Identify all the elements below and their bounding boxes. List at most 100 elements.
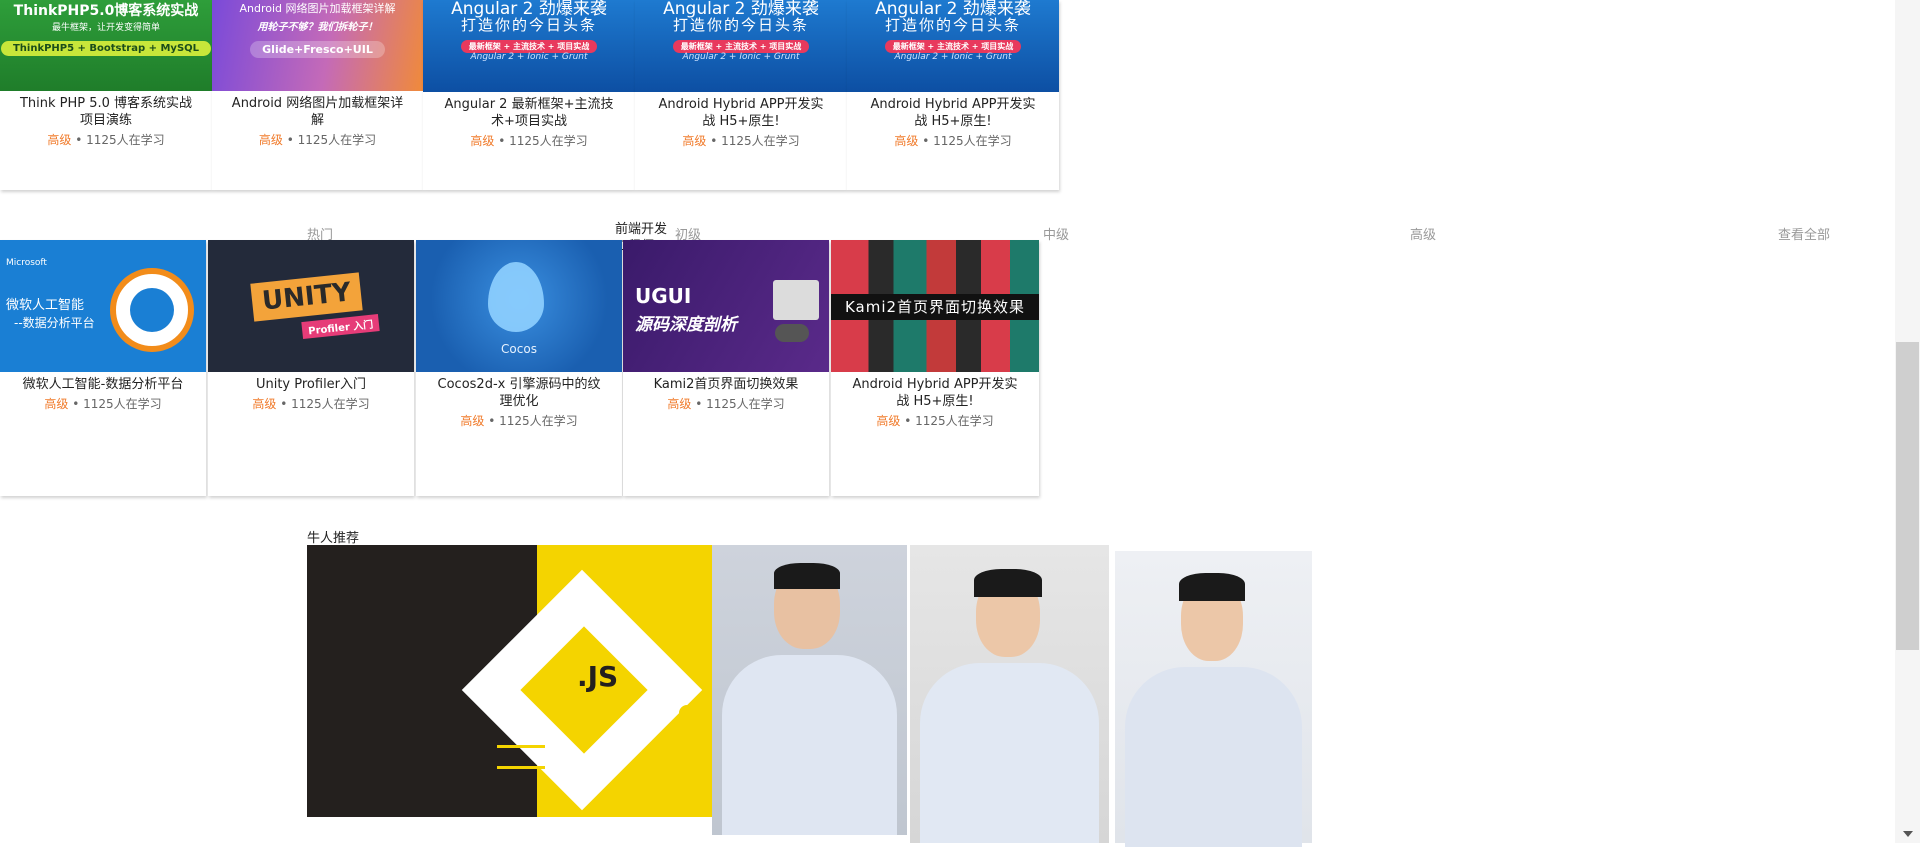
students-count: 1125人在学习 bbox=[86, 133, 165, 147]
avatar-shirt bbox=[1125, 667, 1302, 847]
banner-subtitle: 用轮子不够？我们拆轮子！ bbox=[257, 22, 378, 33]
course-title: Kami2首页界面切换效果 bbox=[653, 377, 799, 392]
course-card[interactable]: Android 网络图片加载框架详解 用轮子不够？我们拆轮子！ Glide+Fr… bbox=[212, 0, 423, 190]
course-card[interactable]: Angular 2 劲爆来袭 打造你的今日头条 最新框架 + 主流技术 + 项目… bbox=[423, 0, 635, 190]
course-meta: 高级 • 1125人在学习 bbox=[682, 134, 800, 148]
course-card[interactable]: Cocos Cocos2d-x 引擎源码中的纹理优化 高级 • 1125人在学习 bbox=[416, 240, 622, 496]
course-thumbnail: UGUI 源码深度剖析 bbox=[623, 240, 829, 372]
course-title: Android 网络图片加载框架详解 bbox=[231, 96, 404, 128]
chart-icon bbox=[110, 268, 194, 352]
course-meta: 高级 • 1125人在学习 bbox=[44, 397, 162, 411]
avatar-shirt bbox=[722, 655, 897, 835]
course-title: Angular 2 最新框架+主流技术+项目实战 bbox=[444, 97, 614, 129]
course-thumbnail: Kami2首页界面切换效果 bbox=[831, 240, 1039, 372]
course-title: Think PHP 5.0 博客系统实战项目演练 bbox=[19, 96, 193, 128]
scrollbar-thumb[interactable] bbox=[1896, 342, 1919, 650]
students-count: 1125人在学习 bbox=[933, 134, 1012, 148]
course-meta: 高级 • 1125人在学习 bbox=[258, 133, 377, 147]
tab-intermediate[interactable]: 中级 bbox=[1043, 224, 1069, 243]
key-icon bbox=[679, 705, 695, 755]
course-card[interactable]: UNITY Profiler 入门 Unity Profiler入门 高级 • … bbox=[208, 240, 414, 496]
tab-advanced[interactable]: 高级 bbox=[1410, 224, 1436, 243]
scroll-down-arrow-icon[interactable] bbox=[1903, 831, 1913, 837]
banner-subtitle: 最牛框架，让开发变得简单 bbox=[51, 23, 160, 33]
course-thumbnail: Angular 2 劲爆来袭 打造你的今日头条 最新框架 + 主流技术 + 项目… bbox=[635, 0, 847, 92]
expert-photo[interactable] bbox=[1115, 551, 1312, 847]
level-label: 高级 bbox=[470, 134, 495, 148]
banner-title: Android 网络图片加载框架详解 bbox=[239, 2, 396, 15]
banner-subtitle: 源码深度剖析 bbox=[635, 315, 737, 335]
banner-footer: Angular 2 + Ionic + Grunt bbox=[470, 52, 588, 62]
course-thumbnail: Cocos bbox=[416, 240, 622, 372]
banner-subtitle: --数据分析平台 bbox=[14, 316, 95, 330]
students-count: 1125人在学习 bbox=[291, 397, 370, 411]
view-all-link[interactable]: 查看全部 bbox=[1778, 224, 1830, 243]
course-meta: 高级 • 1125人在学习 bbox=[470, 134, 588, 148]
banner-pill: Glide+Fresco+UIL bbox=[250, 41, 385, 58]
banner-title: UNITY bbox=[250, 272, 363, 322]
course-title: Cocos2d-x 引擎源码中的纹理优化 bbox=[437, 377, 601, 409]
students-count: 1125人在学习 bbox=[499, 414, 578, 428]
banner-title: 微软人工智能 bbox=[6, 298, 85, 313]
lines-decoration bbox=[497, 745, 545, 769]
course-title: Android Hybrid APP开发实战 H5+原生! bbox=[658, 97, 824, 129]
course-meta: 高级 • 1125人在学习 bbox=[47, 133, 165, 147]
course-title: 微软人工智能-数据分析平台 bbox=[22, 377, 184, 392]
js-logo: .JS bbox=[577, 660, 619, 693]
level-label: 高级 bbox=[667, 397, 692, 411]
course-meta: 高级 • 1125人在学习 bbox=[252, 397, 370, 411]
banner-title: Kami2首页界面切换效果 bbox=[831, 294, 1039, 320]
students-count: 1125人在学习 bbox=[706, 397, 785, 411]
vertical-scrollbar[interactable] bbox=[1895, 0, 1920, 843]
banner-subtitle: Profiler 入门 bbox=[301, 314, 380, 339]
level-label: 高级 bbox=[876, 414, 901, 428]
course-card[interactable]: Kami2首页界面切换效果 Android Hybrid APP开发实战 H5+… bbox=[831, 240, 1039, 496]
course-thumbnail: UNITY Profiler 入门 bbox=[208, 240, 414, 372]
course-card[interactable]: Microsoft 微软人工智能 --数据分析平台 微软人工智能-数据分析平台 … bbox=[0, 240, 206, 496]
banner-subtitle: 打造你的今日头条 bbox=[460, 16, 597, 34]
cocos-drop-icon bbox=[488, 262, 544, 332]
students-count: 1125人在学习 bbox=[721, 134, 800, 148]
course-thumbnail: ThinkPHP5.0博客系统实战 最牛框架，让开发变得简单 ThinkPHP5… bbox=[0, 0, 212, 91]
avatar-shirt bbox=[920, 663, 1099, 843]
banner-title: UGUI bbox=[635, 284, 692, 308]
expert-photo[interactable] bbox=[712, 545, 907, 835]
course-thumbnail: Angular 2 劲爆来袭 打造你的今日头条 最新框架 + 主流技术 + 项目… bbox=[847, 0, 1059, 92]
expert-photo[interactable] bbox=[910, 545, 1109, 843]
gamepad-icon bbox=[775, 324, 809, 342]
course-title: Unity Profiler入门 bbox=[255, 377, 367, 392]
microsoft-logo: Microsoft bbox=[6, 258, 47, 268]
students-count: 1125人在学习 bbox=[509, 134, 588, 148]
avatar-hair bbox=[774, 563, 840, 589]
course-meta: 高级 • 1125人在学习 bbox=[894, 134, 1012, 148]
level-label: 高级 bbox=[252, 397, 277, 411]
experts-banner[interactable]: .JS bbox=[307, 545, 712, 817]
level-label: 高级 bbox=[47, 133, 72, 147]
course-meta: 高级 • 1125人在学习 bbox=[460, 414, 578, 428]
banner-subtitle: 打造你的今日头条 bbox=[884, 16, 1021, 34]
banner-footer: Angular 2 + Ionic + Grunt bbox=[682, 52, 800, 62]
level-label: 高级 bbox=[682, 134, 707, 148]
experts-section-title: 牛人推荐 bbox=[307, 531, 360, 546]
course-title: Android Hybrid APP开发实战 H5+原生! bbox=[852, 377, 1018, 409]
course-title: Android Hybrid APP开发实战 H5+原生! bbox=[870, 97, 1036, 129]
course-thumbnail: Angular 2 劲爆来袭 打造你的今日头条 最新框架 + 主流技术 + 项目… bbox=[423, 0, 635, 92]
course-card[interactable]: Angular 2 劲爆来袭 打造你的今日头条 最新框架 + 主流技术 + 项目… bbox=[635, 0, 847, 190]
level-label: 高级 bbox=[258, 133, 283, 147]
students-count: 1125人在学习 bbox=[83, 397, 162, 411]
banner-subtitle: 打造你的今日头条 bbox=[672, 16, 809, 34]
avatar-hair bbox=[974, 569, 1042, 597]
course-card[interactable]: Angular 2 劲爆来袭 打造你的今日头条 最新框架 + 主流技术 + 项目… bbox=[847, 0, 1059, 190]
banner-footer: Angular 2 + Ionic + Grunt bbox=[894, 52, 1012, 62]
level-label: 高级 bbox=[460, 414, 485, 428]
course-meta: 高级 • 1125人在学习 bbox=[667, 397, 785, 411]
course-card[interactable]: UGUI 源码深度剖析 Kami2首页界面切换效果 高级 • 1125人在学习 bbox=[623, 240, 829, 496]
avatar-hair bbox=[1179, 573, 1245, 601]
course-thumbnail: Microsoft 微软人工智能 --数据分析平台 bbox=[0, 240, 206, 372]
course-card[interactable]: ThinkPHP5.0博客系统实战 最牛框架，让开发变得简单 ThinkPHP5… bbox=[0, 0, 212, 190]
level-label: 高级 bbox=[44, 397, 69, 411]
level-label: 高级 bbox=[894, 134, 919, 148]
course-thumbnail: Android 网络图片加载框架详解 用轮子不够？我们拆轮子！ Glide+Fr… bbox=[212, 0, 423, 91]
banner-title: ThinkPHP5.0博客系统实战 bbox=[13, 3, 199, 19]
students-count: 1125人在学习 bbox=[915, 414, 994, 428]
